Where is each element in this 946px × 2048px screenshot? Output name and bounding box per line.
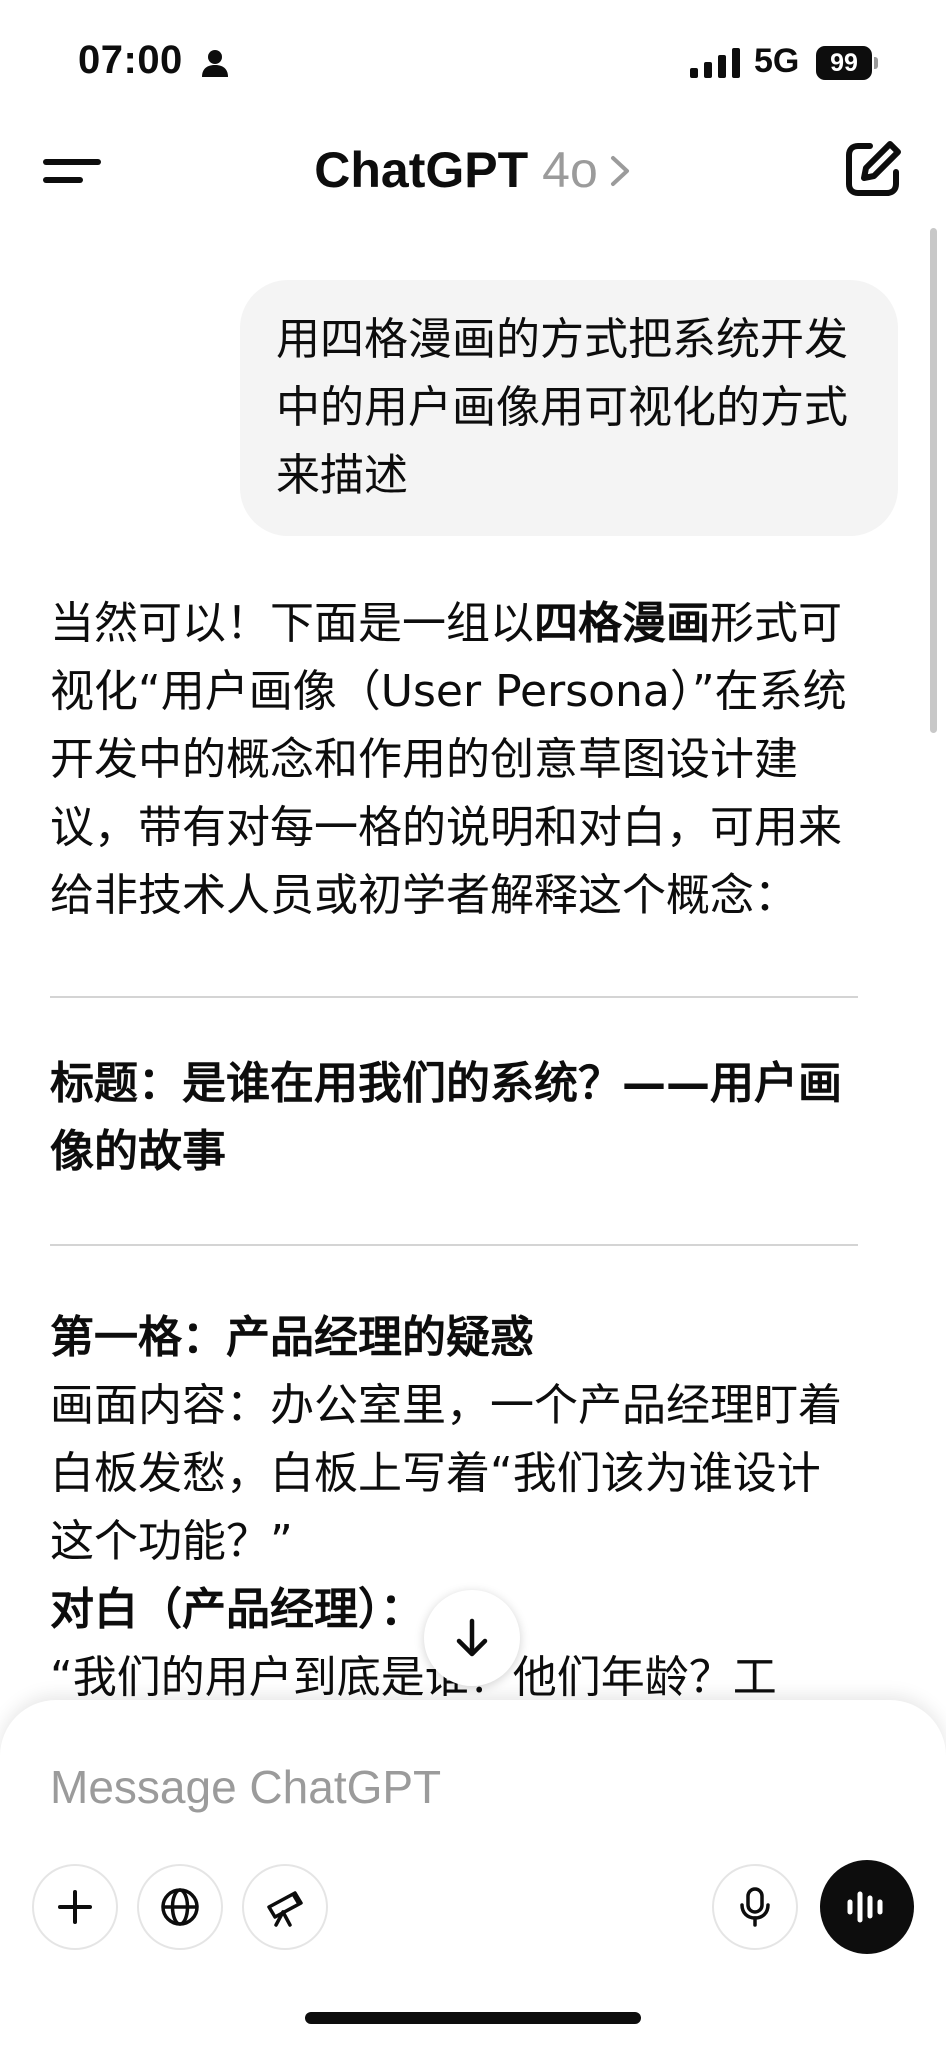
home-indicator xyxy=(305,2012,641,2024)
user-message-bubble: 用四格漫画的方式把系统开发中的用户画像用可视化的方式来描述 xyxy=(240,280,898,536)
chevron-right-icon xyxy=(610,155,629,186)
status-time: 07:00 xyxy=(78,38,183,82)
battery-icon: 99 xyxy=(816,46,878,80)
waveform-icon xyxy=(847,1891,883,1923)
new-chat-button[interactable] xyxy=(840,136,906,202)
attach-button[interactable] xyxy=(32,1864,118,1950)
model-selector[interactable]: ChatGPT 4o xyxy=(0,140,946,200)
telescope-icon xyxy=(267,1891,303,1927)
panel-1-heading: 第一格：产品经理的疑惑 xyxy=(50,1312,534,1363)
cellular-signal-icon xyxy=(690,48,740,78)
assistant-message: 当然可以！下面是一组以四格漫画形式可视化“用户画像（User Persona）”… xyxy=(50,590,860,1712)
globe-icon xyxy=(161,1888,199,1926)
arrow-down-icon xyxy=(456,1618,488,1657)
divider xyxy=(50,996,858,998)
intro-bold-term: 四格漫画 xyxy=(534,598,710,649)
comic-title: 标题：是谁在用我们的系统？——用户画像的故事 xyxy=(50,1058,842,1177)
person-icon xyxy=(202,50,228,77)
scrollbar-thumb[interactable] xyxy=(930,228,937,733)
voice-mode-button[interactable] xyxy=(820,1860,914,1954)
message-composer xyxy=(0,1700,946,2048)
divider xyxy=(50,1244,858,1246)
message-input[interactable] xyxy=(50,1752,850,1822)
deep-research-button[interactable] xyxy=(242,1864,328,1950)
network-type-label: 5G xyxy=(754,42,800,80)
chat-header: ChatGPT 4o xyxy=(0,120,946,220)
microphone-icon xyxy=(740,1887,770,1927)
assistant-intro: 当然可以！下面是一组以四格漫画形式可视化“用户画像（User Persona）”… xyxy=(50,598,847,921)
app-title: ChatGPT xyxy=(314,142,529,198)
compose-icon xyxy=(846,141,901,196)
plus-icon xyxy=(58,1890,92,1924)
model-label: 4o xyxy=(542,142,598,198)
battery-level: 99 xyxy=(830,49,858,77)
status-bar: 07:00 5G 99 xyxy=(0,0,946,120)
panel-1-content: 画面内容：办公室里，一个产品经理盯着白板发愁，白板上写着“我们该为谁设计这个功能… xyxy=(50,1380,842,1567)
web-search-button[interactable] xyxy=(137,1864,223,1950)
dictate-button[interactable] xyxy=(712,1864,798,1950)
scroll-to-bottom-button[interactable] xyxy=(424,1590,520,1686)
